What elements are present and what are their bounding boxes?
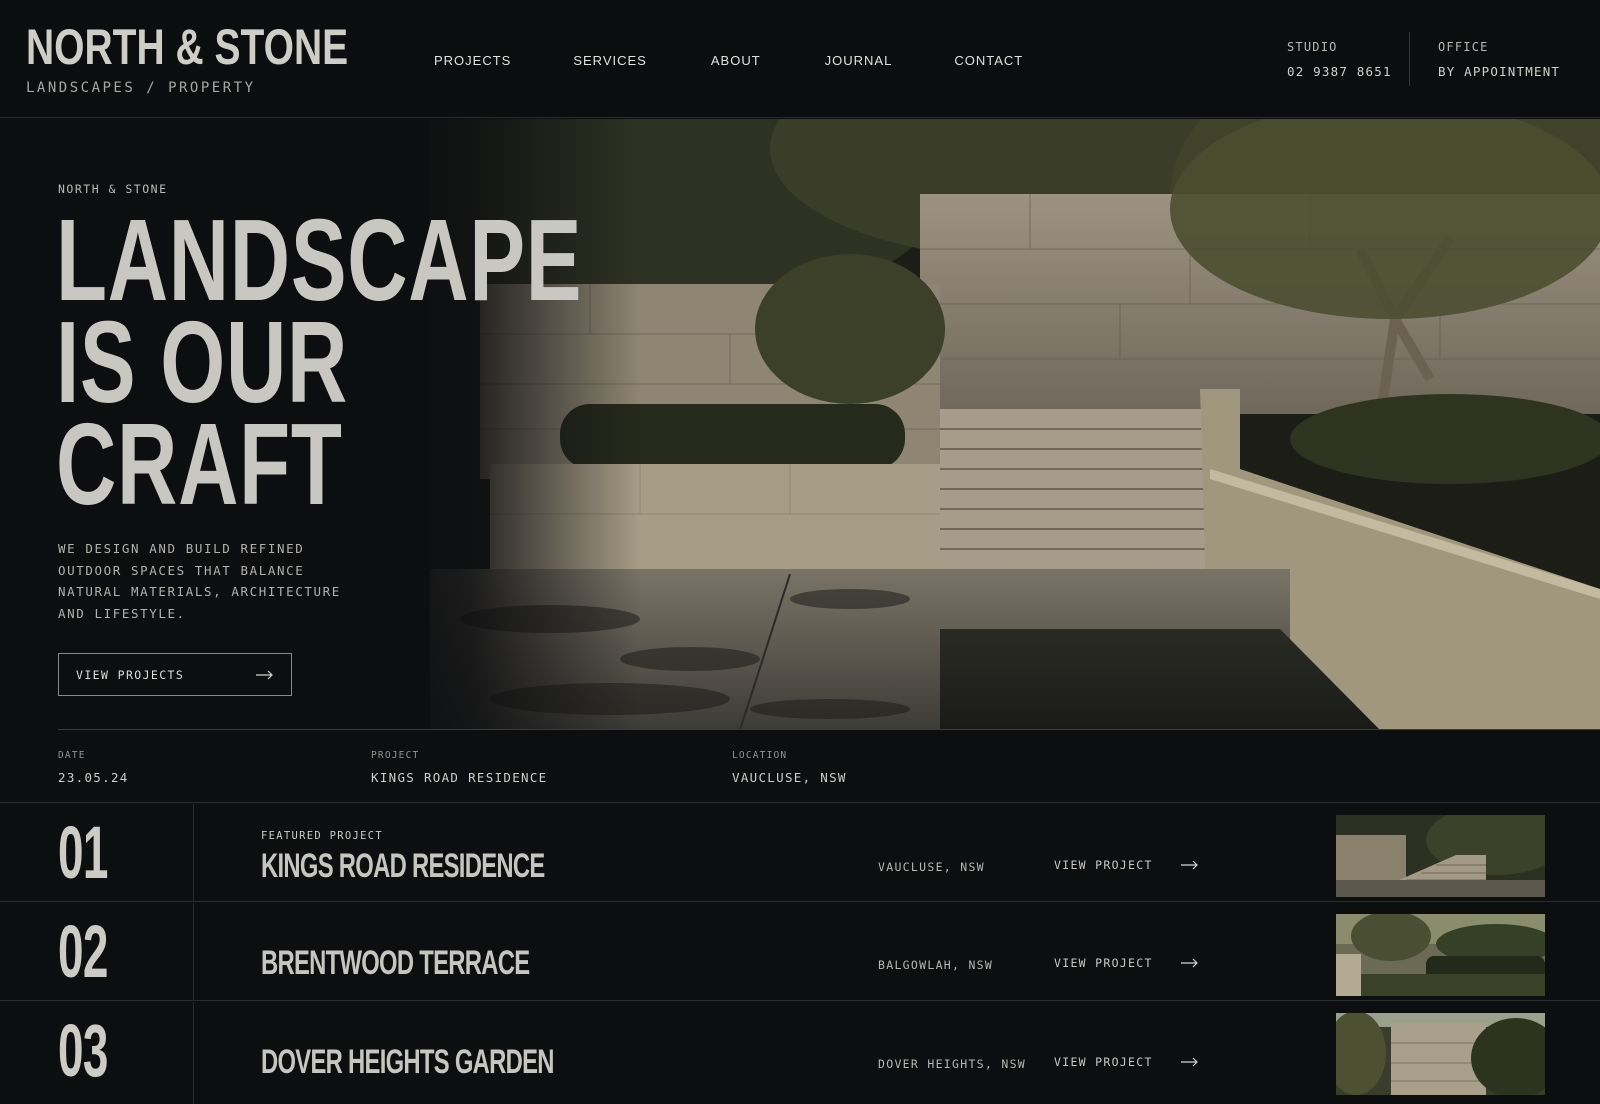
meta-date-value: 23.05.24 <box>58 770 129 785</box>
project-thumbnail[interactable] <box>1336 914 1545 996</box>
view-project-link[interactable]: VIEW PROJECT <box>1054 956 1199 970</box>
view-projects-button[interactable]: VIEW PROJECTS <box>58 653 292 696</box>
header-divider <box>1409 32 1410 86</box>
project-number: 01 <box>58 811 108 894</box>
site-header: NORTH & STONE LANDSCAPES / PROPERTY PROJ… <box>0 0 1600 118</box>
view-project-label: VIEW PROJECT <box>1054 1055 1153 1069</box>
nav-item-contact[interactable]: CONTACT <box>954 53 1023 68</box>
meta-date-label: DATE <box>58 750 86 761</box>
office-label: OFFICE <box>1438 40 1489 54</box>
project-number-cell: 02 <box>0 903 194 1000</box>
brand-title: NORTH & STONE <box>26 19 349 75</box>
meta-project: PROJECT KINGS ROAD RESIDENCE <box>371 750 548 785</box>
nav-item-journal[interactable]: JOURNAL <box>825 53 893 68</box>
headline-line-2: IS OUR <box>56 297 349 427</box>
office-contact: OFFICE BY APPOINTMENT <box>1438 40 1560 79</box>
view-projects-label: VIEW PROJECTS <box>76 667 185 682</box>
studio-phone[interactable]: 02 9387 8651 <box>1287 64 1392 79</box>
nav-item-projects[interactable]: PROJECTS <box>434 53 511 68</box>
view-project-label: VIEW PROJECT <box>1054 858 1153 872</box>
arrow-right-icon <box>1180 958 1198 968</box>
project-row[interactable]: 02 BRENTWOOD TERRACE BALGOWLAH, NSW VIEW… <box>0 903 1600 1001</box>
meta-date: DATE 23.05.24 <box>58 750 129 785</box>
meta-location-value: VAUCLUSE, NSW <box>732 770 847 785</box>
project-thumbnail[interactable] <box>1336 815 1545 897</box>
project-number: 03 <box>58 1009 108 1092</box>
project-number-cell: 01 <box>0 804 194 901</box>
meta-location-label: LOCATION <box>732 750 788 761</box>
main-nav: PROJECTS SERVICES ABOUT JOURNAL CONTACT <box>434 53 1023 68</box>
office-value: BY APPOINTMENT <box>1438 64 1561 79</box>
view-project-label: VIEW PROJECT <box>1054 956 1153 970</box>
hero-section: NORTH & STONE LANDSCAPE IS OUR CRAFT WE … <box>0 119 1600 730</box>
project-location: VAUCLUSE, NSW <box>878 860 985 874</box>
view-project-link[interactable]: VIEW PROJECT <box>1054 1055 1199 1069</box>
project-location: BALGOWLAH, NSW <box>878 958 994 972</box>
studio-label: STUDIO <box>1287 40 1338 54</box>
project-title: BRENTWOOD TERRACE <box>261 944 530 982</box>
studio-contact: STUDIO 02 9387 8651 <box>1287 40 1392 79</box>
arrow-right-icon <box>1180 860 1198 870</box>
nav-item-services[interactable]: SERVICES <box>573 53 647 68</box>
nav-item-about[interactable]: ABOUT <box>711 53 761 68</box>
project-number: 02 <box>58 910 108 993</box>
project-location: DOVER HEIGHTS, NSW <box>878 1057 1027 1071</box>
project-row[interactable]: 01 FEATURED PROJECT KINGS ROAD RESIDENCE… <box>0 804 1600 902</box>
meta-project-label: PROJECT <box>371 750 420 761</box>
project-title: DOVER HEIGHTS GARDEN <box>261 1043 554 1081</box>
view-project-link[interactable]: VIEW PROJECT <box>1054 858 1199 872</box>
meta-project-value: KINGS ROAD RESIDENCE <box>371 770 548 785</box>
headline-line-1: LANDSCAPE <box>56 195 583 325</box>
meta-location: LOCATION VAUCLUSE, NSW <box>732 750 847 785</box>
project-title: KINGS ROAD RESIDENCE <box>261 847 545 885</box>
arrow-right-icon <box>1180 1057 1198 1067</box>
brand-subtitle: LANDSCAPES / PROPERTY <box>26 80 256 96</box>
brand-logo[interactable]: NORTH & STONE LANDSCAPES / PROPERTY <box>26 22 439 96</box>
project-row[interactable]: 03 DOVER HEIGHTS GARDEN DOVER HEIGHTS, N… <box>0 1002 1600 1104</box>
arrow-right-icon <box>256 670 273 679</box>
hero-headline: LANDSCAPE IS OUR CRAFT <box>56 195 787 529</box>
project-thumbnail[interactable] <box>1336 1013 1545 1095</box>
project-eyebrow: FEATURED PROJECT <box>261 830 383 842</box>
headline-line-3: CRAFT <box>56 399 343 529</box>
hero-eyebrow: NORTH & STONE <box>58 182 168 196</box>
project-number-cell: 03 <box>0 1002 194 1104</box>
hero-description: WE DESIGN AND BUILD REFINED OUTDOOR SPAC… <box>58 541 341 621</box>
project-meta-strip: DATE 23.05.24 PROJECT KINGS ROAD RESIDEN… <box>0 730 1600 803</box>
